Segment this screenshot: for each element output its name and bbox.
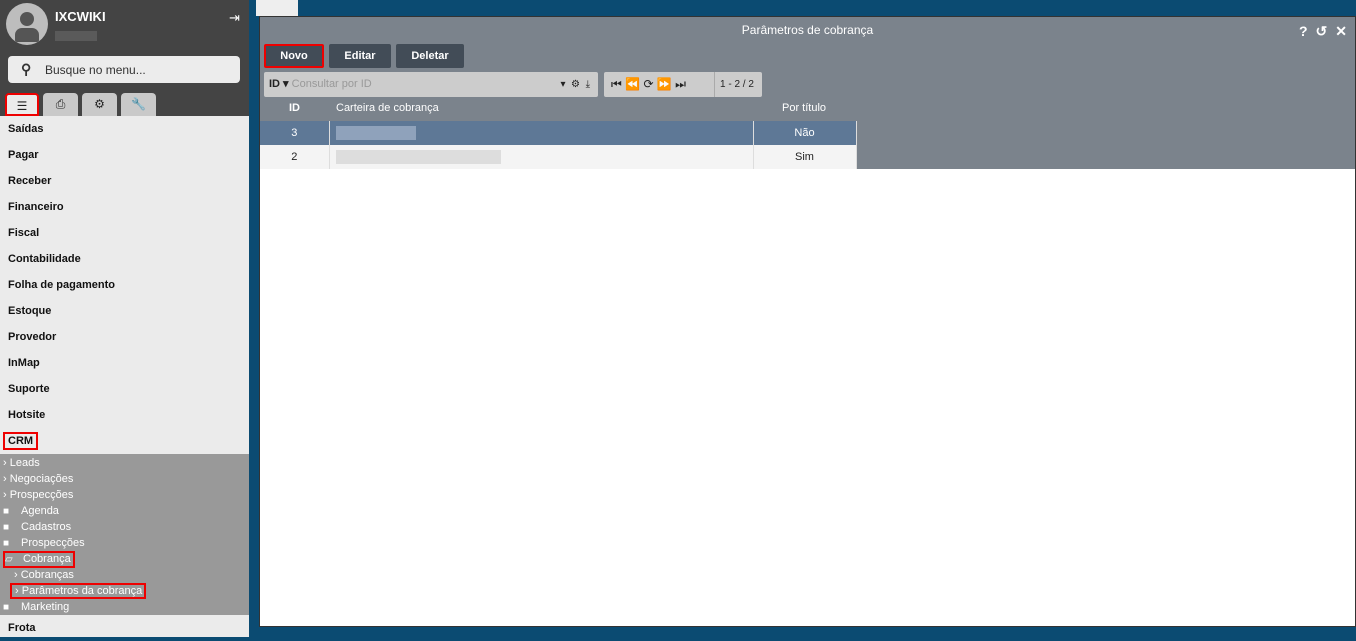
- menu-item[interactable]: Fiscal: [0, 220, 249, 246]
- label: Prospecções: [21, 537, 85, 549]
- column-header-por-titulo[interactable]: Por título: [782, 102, 826, 114]
- page-count: 1 - 2 / 2: [714, 72, 754, 97]
- menu-item[interactable]: InMap: [0, 350, 249, 376]
- history-icon[interactable]: ↺: [1316, 23, 1328, 40]
- help-icon[interactable]: ?: [1299, 23, 1308, 40]
- menu-item[interactable]: Contabilidade: [0, 246, 249, 272]
- label: Negociações: [9, 473, 74, 485]
- query-bar: ID ▾ Consultar por ID ▾ ⚙ ⤓: [264, 72, 598, 97]
- menu-item[interactable]: Saídas: [0, 116, 249, 142]
- sub-item-negociacoes[interactable]: › Negociações: [0, 471, 249, 487]
- edit-button[interactable]: Editar: [329, 44, 391, 68]
- menu-item[interactable]: Financeiro: [0, 194, 249, 220]
- tab-settings[interactable]: ⚙: [82, 93, 117, 116]
- background-window: [256, 0, 298, 16]
- menu-item-frota[interactable]: Frota: [0, 615, 249, 641]
- printer-icon: ⎙: [55, 97, 66, 111]
- tab-menu[interactable]: ☰: [5, 93, 39, 116]
- folder-cobranca[interactable]: ▱ Cobrança: [0, 551, 249, 568]
- folder-prospeccoes[interactable]: ■ Prospecções: [0, 535, 249, 551]
- redacted-text: [335, 126, 416, 140]
- sub-item-leads[interactable]: › Leads: [0, 455, 249, 471]
- close-icon[interactable]: ✕: [1335, 23, 1347, 40]
- label: Prospecções: [9, 489, 74, 501]
- delete-button[interactable]: Deletar: [396, 44, 464, 68]
- menu-search-input[interactable]: ⚲ Busque no menu...: [8, 56, 240, 83]
- cell-carteira: [329, 145, 754, 169]
- menu-item[interactable]: Suporte: [0, 376, 249, 402]
- gears-icon[interactable]: ⚙: [571, 79, 580, 90]
- column-header-carteira[interactable]: Carteira de cobrança: [336, 102, 439, 114]
- label: Parâmetros da cobrança: [21, 585, 143, 597]
- folder-open-icon: ▱: [5, 554, 13, 565]
- search-icon: ⚲: [21, 61, 32, 77]
- logout-icon[interactable]: ⇥: [229, 10, 240, 26]
- folder-icon: ■: [3, 506, 10, 517]
- query-input[interactable]: Consultar por ID: [292, 78, 372, 90]
- username: IXCWIKI: [55, 9, 106, 24]
- next-page-icon[interactable]: ⏩: [657, 77, 672, 91]
- pager: ⏮ ⏪ ⟳ ⏩ ⏭ 1 - 2 / 2: [604, 72, 762, 97]
- window-title: Parâmetros de cobrança: [741, 23, 874, 37]
- parametros-cobranca-window: Parâmetros de cobrança ? ↺ ✕ Novo Editar…: [259, 16, 1356, 627]
- sidebar: IXCWIKI ⇥ ⚲ Busque no menu... ☰ ⎙ ⚙ 🔧 Saí…: [0, 0, 249, 637]
- tab-print[interactable]: ⎙: [43, 93, 78, 116]
- query-field-select[interactable]: ID ▾: [269, 78, 289, 90]
- redacted-text: [335, 150, 501, 164]
- sub-item-prospeccoes[interactable]: › Prospecções: [0, 487, 249, 503]
- menu-item[interactable]: Receber: [0, 168, 249, 194]
- avatar[interactable]: [6, 3, 48, 45]
- last-page-icon[interactable]: ⏭: [675, 77, 686, 91]
- download-icon[interactable]: ⤓: [586, 79, 590, 90]
- refresh-icon[interactable]: ⟳: [643, 77, 653, 91]
- folder-marketing[interactable]: ■ Marketing: [0, 599, 249, 615]
- label: Agenda: [21, 505, 59, 517]
- cell-carteira: [329, 121, 754, 145]
- label: Leads: [9, 457, 40, 469]
- menu-item[interactable]: Folha de pagamento: [0, 272, 249, 298]
- new-button[interactable]: Novo: [264, 44, 324, 68]
- label: Marketing: [21, 601, 70, 613]
- sub-item-cobrancas[interactable]: › Cobranças: [0, 567, 249, 583]
- folder-agenda[interactable]: ■ Agenda: [0, 503, 249, 519]
- label: Cobranças: [20, 569, 74, 581]
- prev-page-icon[interactable]: ⏪: [625, 77, 640, 91]
- folder-icon: ■: [3, 602, 10, 613]
- label: Cobrança: [23, 553, 71, 565]
- menu-item[interactable]: Provedor: [0, 324, 249, 350]
- menu-item-crm[interactable]: CRM: [0, 428, 249, 454]
- search-placeholder: Busque no menu...: [45, 63, 146, 77]
- menu-item[interactable]: Hotsite: [0, 402, 249, 428]
- folder-icon: ■: [3, 522, 10, 533]
- menu-item[interactable]: Pagar: [0, 142, 249, 168]
- label: Cadastros: [21, 521, 72, 533]
- cell-id: 3: [260, 121, 330, 145]
- crm-label: CRM: [3, 432, 39, 450]
- folder-icon: ■: [3, 538, 10, 549]
- wrench-icon: 🔧: [131, 97, 146, 111]
- list-icon: ☰: [16, 99, 28, 113]
- column-header-id[interactable]: ID: [289, 102, 300, 114]
- cell-id: 2: [260, 145, 330, 169]
- user-subtitle-redacted: [55, 31, 97, 41]
- gears-icon: ⚙: [94, 97, 105, 111]
- table-row[interactable]: 2 Sim: [260, 145, 857, 169]
- cell-por-titulo: Não: [753, 121, 857, 145]
- query-field: ID: [269, 78, 280, 90]
- table-row[interactable]: 3 Não: [260, 121, 857, 145]
- sub-item-parametros-cobranca[interactable]: › Parâmetros da cobrança: [0, 583, 249, 599]
- menu-item[interactable]: Estoque: [0, 298, 249, 324]
- first-page-icon[interactable]: ⏮: [611, 77, 622, 91]
- tab-tools[interactable]: 🔧: [121, 93, 156, 116]
- folder-cadastros[interactable]: ■ Cadastros: [0, 519, 249, 535]
- dropdown-icon[interactable]: ▾: [560, 79, 565, 90]
- cell-por-titulo: Sim: [753, 145, 857, 169]
